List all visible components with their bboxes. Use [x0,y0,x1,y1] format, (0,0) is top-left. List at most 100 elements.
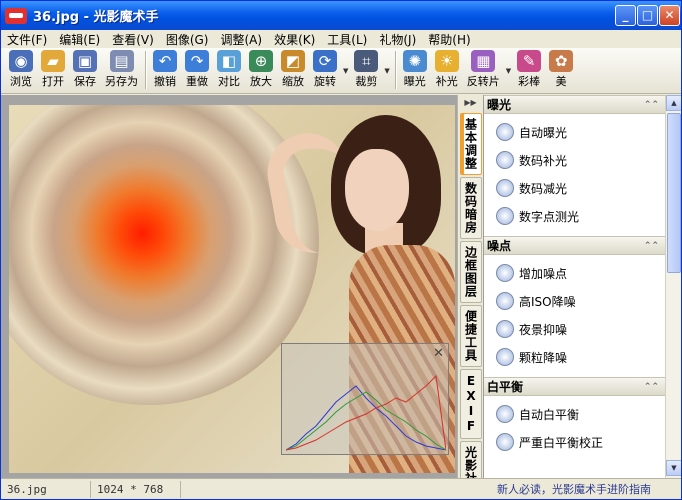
histogram-red-line [286,374,446,451]
toolbar: ◉ 浏览 ▰ 打开 ▣ 保存 ▤ 另存为 ↶ 撤销 ↷ 重做 ◧ 对比 ⊕ 放大 ◩ 缩放 ⟳ 旋转… [1,48,681,94]
section-noise-header[interactable]: 噪点 ⌃⌃ [484,236,665,255]
fill-light-icon [496,151,514,169]
section-white-balance: 自动白平衡 严重白平衡校正 [484,396,665,462]
menu-tools[interactable]: 工具(L) [321,31,373,48]
rose-background [9,105,319,405]
white-balance-icon [496,405,514,423]
zoom-in-icon: ⊕ [249,50,273,72]
toolbar-separator [394,51,396,89]
scroll-up-icon[interactable]: ▲ [666,95,681,111]
tab-darkroom[interactable]: 数码暗房 [460,177,482,239]
browse-icon: ◉ [9,50,33,72]
undo-button[interactable]: ↶ 撤销 [149,48,181,92]
rotate-dropdown-icon[interactable]: ▼ [343,67,348,75]
histogram-panel[interactable]: ✕ [281,343,449,455]
redo-icon: ↷ [185,50,209,72]
crop-button[interactable]: ⌗ 裁剪 [350,48,382,92]
compare-icon: ◧ [217,50,241,72]
spot-metering-icon [496,207,514,225]
chevron-up-icon[interactable]: ⌃⌃ [644,100,659,110]
reversal-film-button[interactable]: ▦ 反转片 [463,48,504,92]
film-dropdown-icon[interactable]: ▼ [506,67,511,75]
night-denoise-icon [496,320,514,338]
panel-scrollbar[interactable]: ▲ ▼ [665,95,681,478]
section-noise: 增加噪点 高ISO降噪 夜景抑噪 颗粒降噪 [484,255,665,377]
chevron-up-icon[interactable]: ⌃⌃ [644,241,659,251]
menu-effects[interactable]: 效果(K) [268,31,321,48]
open-button[interactable]: ▰ 打开 [37,48,69,92]
menu-edit[interactable]: 编辑(E) [53,31,106,48]
tab-border-layers[interactable]: 边框图层 [460,241,482,303]
toolbar-separator [145,51,146,89]
section-white-balance-header[interactable]: 白平衡 ⌃⌃ [484,377,665,396]
maximize-button[interactable]: □ [637,5,658,26]
menu-gifts[interactable]: 礼物(J) [373,31,422,48]
fill-light-icon: ☀ [434,50,459,72]
add-noise-icon [496,264,514,282]
item-severe-white-balance[interactable]: 严重白平衡校正 [484,428,665,456]
tab-basic-adjust[interactable]: 基本调整 [460,113,482,175]
item-auto-white-balance[interactable]: 自动白平衡 [484,400,665,428]
beauty-icon: ✿ [549,50,574,72]
high-iso-icon [496,292,514,310]
item-grain-denoise[interactable]: 颗粒降噪 [484,343,665,371]
save-as-icon: ▤ [109,50,134,72]
crop-dropdown-icon[interactable]: ▼ [384,67,389,75]
fill-light-button[interactable]: ☀ 补光 [431,48,463,92]
collapse-grip-icon[interactable]: ▶▶ [458,95,483,111]
tab-quick-tools[interactable]: 便捷工具 [460,305,482,367]
menu-image[interactable]: 图像(G) [160,31,215,48]
status-guide-link[interactable]: 新人必读，光影魔术手进阶指南 [497,481,651,497]
exposure-button[interactable]: ✺ 曝光 [399,48,431,92]
person-face [345,149,409,231]
chevron-up-icon[interactable]: ⌃⌃ [644,382,659,392]
status-bar: 36.jpg 1024 * 768 新人必读，光影魔术手进阶指南 [1,478,681,499]
color-wand-button[interactable]: ✎ 彩棒 [513,48,545,92]
app-window: 36.jpg - 光影魔术手 _ □ ✕ 文件(F) 编辑(E) 查看(V) 图… [0,0,682,500]
redo-button[interactable]: ↷ 重做 [181,48,213,92]
item-add-noise[interactable]: 增加噪点 [484,259,665,287]
scroll-down-icon[interactable]: ▼ [666,460,681,476]
item-spot-metering[interactable]: 数字点测光 [484,202,665,230]
save-as-button[interactable]: ▤ 另存为 [101,48,142,92]
menu-file[interactable]: 文件(F) [1,31,53,48]
status-filename: 36.jpg [1,480,91,498]
reduce-light-icon [496,179,514,197]
auto-exposure-icon [496,123,514,141]
section-exposure: 自动曝光 数码补光 数码减光 数字点测光 [484,114,665,236]
item-auto-exposure[interactable]: 自动曝光 [484,118,665,146]
status-dimensions: 1024 * 768 [91,480,181,498]
window-title: 36.jpg - 光影魔术手 [33,10,159,25]
menu-view[interactable]: 查看(V) [106,31,160,48]
minimize-button[interactable]: _ [615,5,636,26]
scroll-thumb[interactable] [667,113,681,273]
item-reduce-light[interactable]: 数码减光 [484,174,665,202]
close-button[interactable]: ✕ [659,5,680,26]
section-exposure-header[interactable]: 曝光 ⌃⌃ [484,95,665,114]
item-fill-light[interactable]: 数码补光 [484,146,665,174]
zoom-in-button[interactable]: ⊕ 放大 [245,48,277,92]
histogram-close-icon[interactable]: ✕ [433,346,444,361]
crop-icon: ⌗ [354,50,379,72]
exposure-icon: ✺ [402,50,427,72]
rotate-button[interactable]: ⟳ 旋转 [309,48,341,92]
save-icon: ▣ [73,50,97,72]
resize-button[interactable]: ◩ 缩放 [277,48,309,92]
grain-denoise-icon [496,348,514,366]
color-wand-icon: ✎ [517,50,542,72]
compare-button[interactable]: ◧ 对比 [213,48,245,92]
item-night-denoise[interactable]: 夜景抑噪 [484,315,665,343]
histogram-graph [286,374,446,451]
save-button[interactable]: ▣ 保存 [69,48,101,92]
resize-icon: ◩ [281,50,305,72]
beauty-button[interactable]: ✿ 美 [545,48,577,92]
image-canvas[interactable]: ✕ [1,95,457,478]
item-high-iso-denoise[interactable]: 高ISO降噪 [484,287,665,315]
title-bar[interactable]: 36.jpg - 光影魔术手 _ □ ✕ [1,1,681,30]
tab-exif[interactable]: EXIF [460,369,482,439]
menu-adjust[interactable]: 调整(A) [214,31,268,48]
reversal-film-icon: ▦ [471,50,496,72]
browse-button[interactable]: ◉ 浏览 [5,48,37,92]
side-tab-strip: ▶▶ 基本调整 数码暗房 边框图层 便捷工具 EXIF 光影社 [457,95,483,490]
menu-help[interactable]: 帮助(H) [422,31,476,48]
